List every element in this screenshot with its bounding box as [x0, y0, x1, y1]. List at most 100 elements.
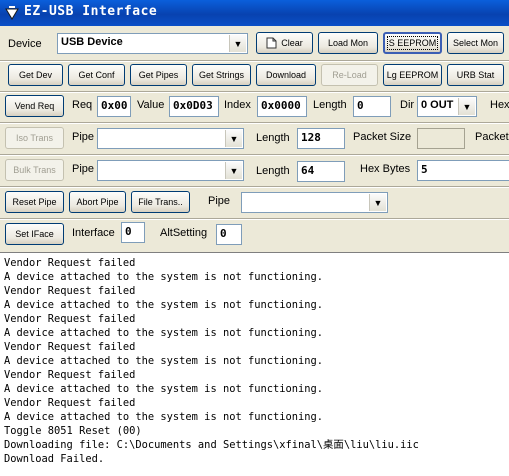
urb-stat-label: URB Stat	[456, 70, 495, 80]
pipe-label: Pipe	[208, 195, 231, 207]
hex-bytes-label: Hex Bytes	[360, 163, 411, 175]
log-line: A device attached to the system is not f…	[4, 383, 324, 395]
title-bar[interactable]: EZ-USB Interface	[0, 0, 509, 26]
abort-pipe-label: Abort Pipe	[76, 197, 119, 207]
packet-size-input[interactable]	[417, 128, 465, 149]
set-iface-button[interactable]: Set IFace	[5, 223, 64, 245]
device-select-value: USB Device	[61, 36, 123, 48]
separator	[0, 186, 509, 188]
dir-select-value: 0 OUT	[421, 99, 454, 111]
re-load-button[interactable]: Re-Load	[321, 64, 378, 86]
pipe-label: Pipe	[72, 163, 95, 175]
interface-input[interactable]: 0	[121, 222, 145, 243]
get-strings-label: Get Strings	[198, 70, 245, 80]
document-icon	[266, 37, 277, 49]
device-label: Device	[8, 38, 42, 50]
value-input[interactable]: 0x0D03	[169, 96, 219, 117]
log-line: Downloading file: C:\Documents and Setti…	[4, 439, 419, 451]
iso-pipe-select[interactable]: ▼	[97, 128, 244, 149]
log-line: A device attached to the system is not f…	[4, 299, 324, 311]
get-dev-button[interactable]: Get Dev	[8, 64, 63, 86]
separator	[0, 60, 509, 62]
dir-select[interactable]: 0 OUT ▼	[417, 96, 477, 117]
download-label: Download	[265, 70, 307, 80]
value-label: Value	[137, 99, 165, 111]
hex-bytes-input[interactable]: 5	[417, 160, 509, 181]
reset-pipe-button[interactable]: Reset Pipe	[5, 191, 64, 213]
window-title: EZ-USB Interface	[24, 4, 158, 19]
bulk-length-input[interactable]: 64	[297, 161, 345, 182]
select-mon-button[interactable]: Select Mon	[447, 32, 504, 54]
log-line: A device attached to the system is not f…	[4, 327, 324, 339]
length-label: Length	[313, 99, 347, 111]
altsetting-label: AltSetting	[160, 227, 208, 239]
load-mon-label: Load Mon	[327, 38, 369, 48]
vend-req-label: Vend Req	[14, 101, 55, 111]
length-label: Length	[256, 165, 290, 177]
iso-trans-label: Iso Trans	[15, 133, 53, 143]
get-pipes-button[interactable]: Get Pipes	[130, 64, 187, 86]
altsetting-input[interactable]: 0	[216, 224, 242, 245]
separator	[0, 218, 509, 220]
length-input[interactable]: 0	[353, 96, 391, 117]
dir-label: Dir	[400, 99, 415, 111]
log-line: Vendor Request failed	[4, 313, 136, 325]
chevron-down-icon[interactable]: ▼	[229, 35, 246, 52]
log-line: Vendor Request failed	[4, 397, 136, 409]
get-dev-label: Get Dev	[18, 70, 52, 80]
chevron-down-icon[interactable]: ▼	[458, 98, 475, 115]
index-input[interactable]: 0x0000	[257, 96, 307, 117]
req-input[interactable]: 0x00	[97, 96, 131, 117]
log-line: Toggle 8051 Reset (00)	[4, 425, 142, 437]
iso-length-input[interactable]: 128	[297, 128, 345, 149]
separator	[0, 91, 509, 93]
load-mon-button[interactable]: Load Mon	[318, 32, 378, 54]
log-line: A device attached to the system is not f…	[4, 411, 324, 423]
app-icon[interactable]	[4, 5, 20, 21]
interface-label: Interface	[72, 227, 115, 239]
index-label: Index	[224, 99, 251, 111]
log-line: Vendor Request failed	[4, 369, 136, 381]
pipe-label: Pipe	[72, 131, 95, 143]
re-load-label: Re-Load	[332, 70, 367, 80]
log-line: Vendor Request failed	[4, 257, 136, 269]
lg-eeprom-button[interactable]: Lg EEPROM	[383, 64, 442, 86]
set-iface-label: Set IFace	[15, 229, 54, 239]
s-eeprom-button[interactable]: S EEPROM	[383, 32, 442, 54]
clear-button-label: Clear	[281, 38, 303, 48]
bulk-trans-label: Bulk Trans	[13, 165, 56, 175]
get-conf-button[interactable]: Get Conf	[68, 64, 125, 86]
reset-pipe-label: Reset Pipe	[12, 197, 57, 207]
chevron-down-icon[interactable]: ▼	[225, 130, 242, 147]
urb-stat-button[interactable]: URB Stat	[447, 64, 504, 86]
bulk-pipe-select[interactable]: ▼	[97, 160, 244, 181]
iso-trans-button[interactable]: Iso Trans	[5, 127, 64, 149]
output-log[interactable]: Vendor Request failed A device attached t…	[0, 252, 509, 476]
get-conf-label: Get Conf	[78, 70, 115, 80]
separator	[0, 122, 509, 124]
log-line: Vendor Request failed	[4, 341, 136, 353]
get-strings-button[interactable]: Get Strings	[192, 64, 251, 86]
clear-button[interactable]: Clear	[256, 32, 313, 54]
packet-size-label: Packet Size	[353, 131, 412, 143]
lg-eeprom-label: Lg EEPROM	[386, 70, 439, 80]
log-line: Vendor Request failed	[4, 285, 136, 297]
log-line: Download Failed.	[4, 453, 105, 465]
vend-req-button[interactable]: Vend Req	[5, 95, 64, 117]
file-trans-button[interactable]: File Trans..	[131, 191, 190, 213]
hex-label: Hex	[490, 99, 509, 111]
download-button[interactable]: Download	[256, 64, 316, 86]
file-pipe-select[interactable]: ▼	[241, 192, 388, 213]
separator	[0, 154, 509, 156]
file-trans-label: File Trans..	[138, 197, 183, 207]
device-select[interactable]: USB Device ▼	[57, 33, 248, 54]
length-label: Length	[256, 132, 290, 144]
chevron-down-icon[interactable]: ▼	[369, 194, 386, 211]
log-line: A device attached to the system is not f…	[4, 355, 324, 367]
log-line: A device attached to the system is not f…	[4, 271, 324, 283]
abort-pipe-button[interactable]: Abort Pipe	[69, 191, 126, 213]
packet-label: Packet	[475, 131, 509, 143]
get-pipes-label: Get Pipes	[138, 70, 179, 80]
chevron-down-icon[interactable]: ▼	[225, 162, 242, 179]
bulk-trans-button[interactable]: Bulk Trans	[5, 159, 64, 181]
